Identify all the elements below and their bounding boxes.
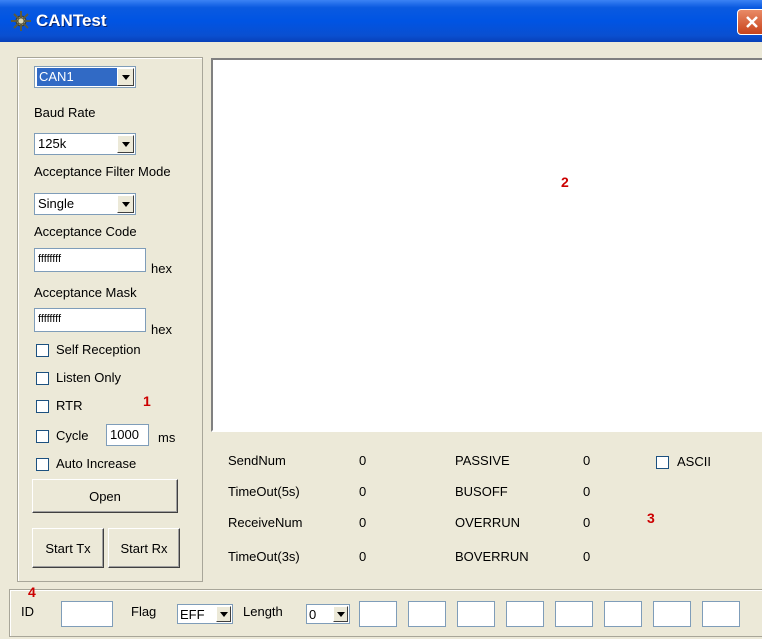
close-button[interactable] — [737, 9, 762, 35]
id-label: ID — [21, 604, 34, 619]
id-input[interactable] — [61, 601, 113, 627]
length-label: Length — [243, 604, 283, 619]
filter-mode-label: Acceptance Filter Mode — [34, 164, 171, 179]
filter-mode-dropdown-button[interactable] — [117, 195, 134, 213]
length-dropdown-button[interactable] — [333, 606, 348, 622]
flag-value: EFF — [180, 607, 205, 622]
data-byte-input-1[interactable] — [359, 601, 397, 627]
length-select[interactable]: 0 — [306, 604, 350, 624]
acceptance-mask-label: Acceptance Mask — [34, 285, 137, 300]
window-title: CANTest — [36, 11, 107, 30]
acceptance-mask-input[interactable]: ffffffff — [34, 308, 146, 332]
data-byte-input-8[interactable] — [702, 601, 740, 627]
chevron-down-icon — [122, 142, 130, 147]
self-reception-label: Self Reception — [56, 342, 141, 357]
data-byte-input-7[interactable] — [653, 601, 691, 627]
passive-label: PASSIVE — [455, 453, 510, 468]
start-rx-button[interactable]: Start Rx — [108, 528, 180, 568]
busoff-label: BUSOFF — [455, 484, 508, 499]
acceptance-mask-value: ffffffff — [38, 313, 62, 325]
cycle-label: Cycle — [56, 428, 89, 443]
chevron-down-icon — [122, 75, 130, 80]
passive-value: 0 — [583, 453, 591, 468]
acceptance-code-label: Acceptance Code — [34, 224, 137, 239]
timeout5-label: TimeOut(5s) — [228, 484, 300, 499]
flag-select[interactable]: EFF — [177, 604, 233, 624]
channel-value: CAN1 — [37, 68, 117, 86]
app-icon — [11, 11, 31, 31]
flag-dropdown-button[interactable] — [216, 606, 231, 622]
filter-mode-select[interactable]: Single — [34, 193, 136, 215]
start-tx-label: Start Tx — [45, 541, 91, 556]
channel-select[interactable]: CAN1 — [34, 66, 136, 88]
start-tx-button[interactable]: Start Tx — [32, 528, 104, 568]
timeout3-value: 0 — [359, 549, 367, 564]
receive-num-value: 0 — [359, 515, 367, 530]
marker-2: 2 — [561, 174, 569, 190]
settings-panel: CAN1 Baud Rate 125k Acceptance Filter Mo… — [17, 57, 203, 582]
rtr-label: RTR — [56, 398, 83, 413]
auto-increase-label: Auto Increase — [56, 456, 137, 471]
start-rx-label: Start Rx — [120, 541, 168, 556]
chevron-down-icon — [220, 612, 228, 617]
marker-3: 3 — [647, 510, 655, 526]
send-num-label: SendNum — [228, 453, 286, 468]
auto-increase-checkbox[interactable] — [36, 458, 49, 471]
cantest-window: CANTest CAN1 Baud Rate 125k Acceptance F… — [0, 0, 762, 639]
ascii-label: ASCII — [677, 454, 711, 469]
data-byte-input-5[interactable] — [555, 601, 593, 627]
data-byte-input-2[interactable] — [408, 601, 446, 627]
data-byte-input-3[interactable] — [457, 601, 495, 627]
acceptance-code-input[interactable]: ffffffff — [34, 248, 146, 272]
acceptance-code-unit: hex — [151, 261, 172, 276]
cycle-input[interactable]: 1000 — [106, 424, 149, 446]
boverrun-label: BOVERRUN — [455, 549, 529, 564]
acceptance-code-value: ffffffff — [38, 253, 62, 265]
cycle-checkbox[interactable] — [36, 430, 49, 443]
chevron-down-icon — [337, 612, 345, 617]
busoff-value: 0 — [583, 484, 591, 499]
cycle-value: 1000 — [110, 427, 139, 442]
send-bar: 4 ID Flag EFF Length 0 — [9, 584, 762, 637]
baud-rate-select[interactable]: 125k — [34, 133, 136, 155]
ascii-checkbox[interactable] — [656, 456, 669, 469]
open-button-label: Open — [89, 489, 121, 504]
channel-dropdown-button[interactable] — [117, 68, 134, 86]
marker-1: 1 — [143, 393, 151, 409]
boverrun-value: 0 — [583, 549, 591, 564]
title-bar[interactable]: CANTest — [0, 0, 762, 42]
rtr-checkbox[interactable] — [36, 400, 49, 413]
listen-only-label: Listen Only — [56, 370, 122, 385]
length-value: 0 — [309, 607, 317, 622]
close-icon — [746, 16, 758, 28]
timeout3-label: TimeOut(3s) — [228, 549, 300, 564]
receive-log-area[interactable]: 2 — [211, 58, 762, 432]
data-byte-input-6[interactable] — [604, 601, 642, 627]
data-byte-input-4[interactable] — [506, 601, 544, 627]
listen-only-checkbox[interactable] — [36, 372, 49, 385]
acceptance-mask-unit: hex — [151, 322, 172, 337]
flag-label: Flag — [131, 604, 157, 619]
overrun-label: OVERRUN — [455, 515, 521, 530]
baud-rate-value: 125k — [38, 136, 67, 151]
timeout5-value: 0 — [359, 484, 367, 499]
receive-num-label: ReceiveNum — [228, 515, 303, 530]
self-reception-checkbox[interactable] — [36, 344, 49, 357]
overrun-value: 0 — [583, 515, 591, 530]
status-panel: SendNum 0 TimeOut(5s) 0 ReceiveNum 0 Tim… — [211, 437, 762, 582]
cycle-unit: ms — [158, 430, 176, 445]
filter-mode-value: Single — [38, 196, 75, 211]
chevron-down-icon — [122, 202, 130, 207]
open-button[interactable]: Open — [32, 479, 178, 513]
send-num-value: 0 — [359, 453, 367, 468]
baud-rate-dropdown-button[interactable] — [117, 135, 134, 153]
baud-rate-label: Baud Rate — [34, 105, 96, 120]
marker-4: 4 — [28, 584, 36, 600]
